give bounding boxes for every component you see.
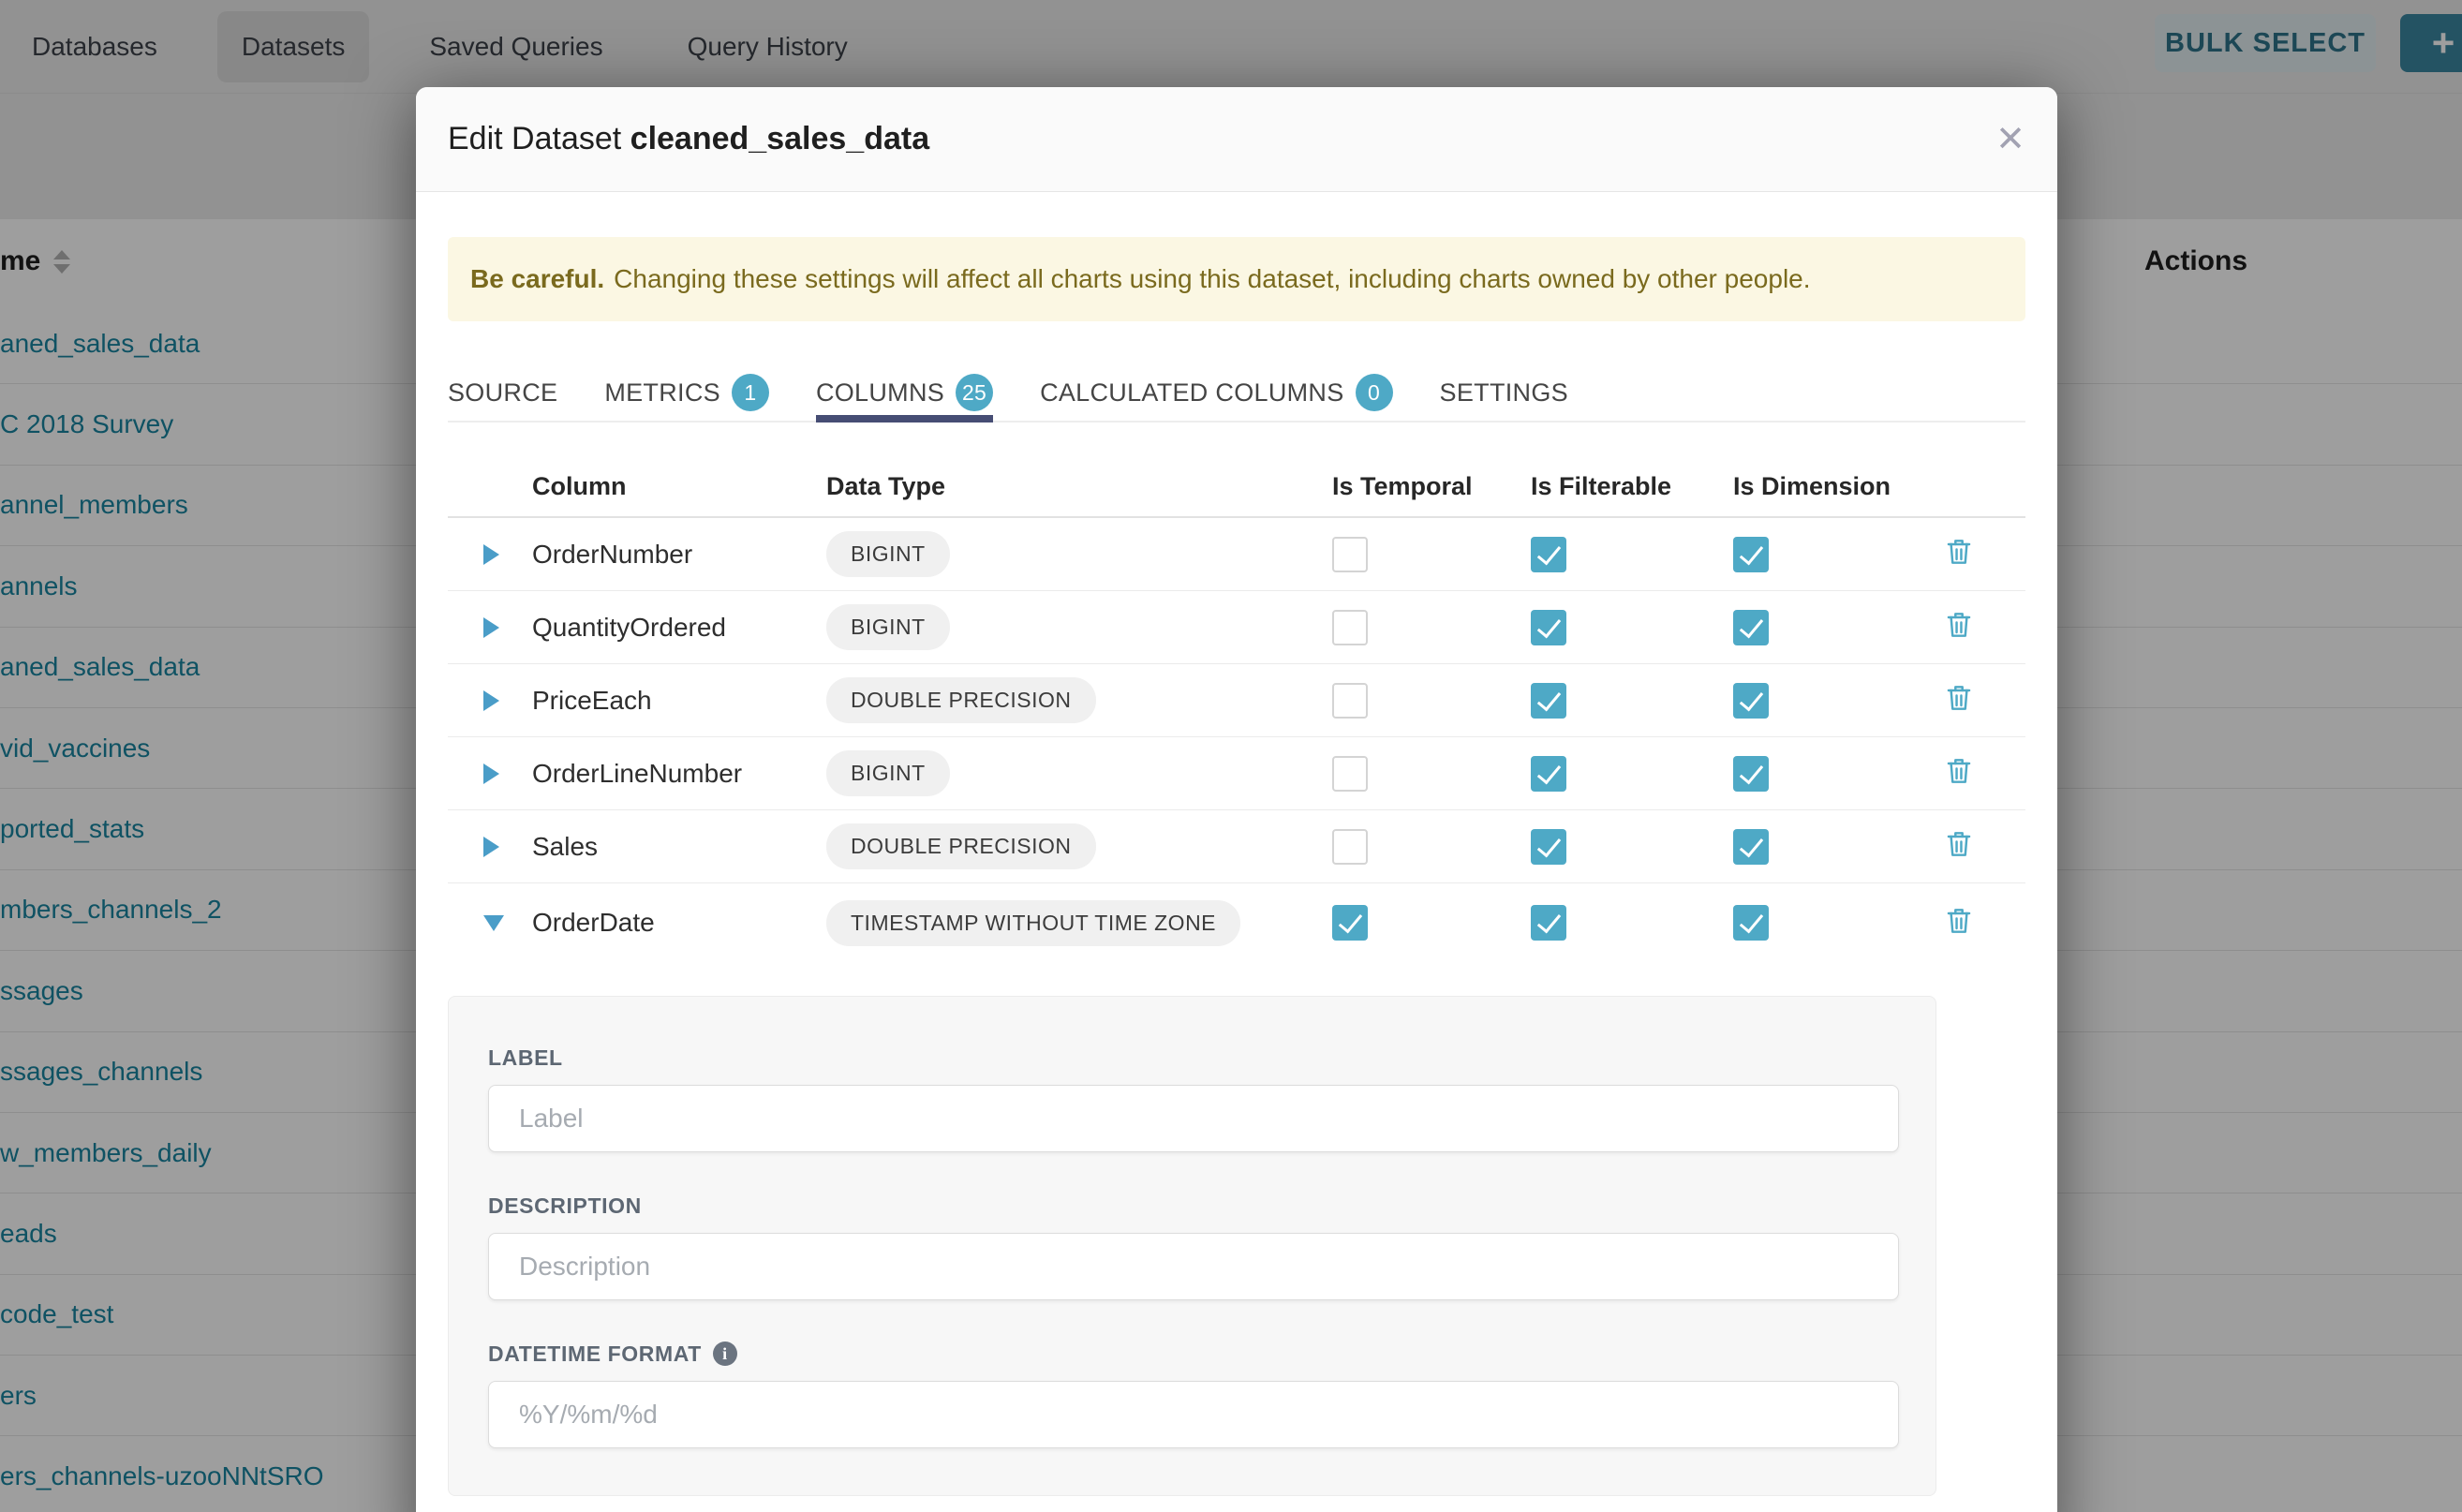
is-temporal-checkbox[interactable] [1332, 756, 1368, 792]
column-name: PriceEach [532, 686, 826, 716]
edit-dataset-modal: Edit Dataset cleaned_sales_data ✕ Be car… [416, 87, 2057, 1512]
is-temporal-checkbox[interactable] [1332, 683, 1368, 719]
modal-header: Edit Dataset cleaned_sales_data ✕ [416, 87, 2057, 192]
column-row: SalesDOUBLE PRECISION [448, 810, 2025, 883]
collapse-caret-icon[interactable] [448, 915, 532, 931]
column-name: OrderNumber [532, 540, 826, 570]
delete-column-button[interactable] [1945, 906, 2025, 941]
is-dimension-checkbox[interactable] [1733, 537, 1769, 572]
expand-caret-icon[interactable] [448, 837, 532, 857]
column-name: OrderLineNumber [532, 759, 826, 789]
warning-text: Changing these settings will affect all … [614, 264, 1810, 294]
data-type-cell: BIGINT [826, 604, 1332, 650]
modal-title: Edit Dataset cleaned_sales_data [448, 121, 929, 157]
is-temporal-checkbox[interactable] [1332, 537, 1368, 572]
column-name: OrderDate [532, 908, 826, 938]
column-header-column: Column [532, 472, 826, 501]
tab-source[interactable]: SOURCE [448, 364, 557, 421]
column-row: OrderNumberBIGINT [448, 518, 2025, 591]
column-name: Sales [532, 832, 826, 862]
is-filterable-checkbox[interactable] [1531, 537, 1566, 572]
data-type-pill: BIGINT [826, 531, 950, 577]
is-dimension-checkbox[interactable] [1733, 829, 1769, 865]
tab-metrics[interactable]: METRICS 1 [604, 364, 769, 421]
column-row: QuantityOrderedBIGINT [448, 591, 2025, 664]
data-type-pill: DOUBLE PRECISION [826, 677, 1096, 723]
columns-table-header: ColumnData TypeIs TemporalIs FilterableI… [448, 456, 2025, 518]
tab-settings[interactable]: SETTINGS [1440, 364, 1568, 421]
tab-calculated-columns[interactable]: CALCULATED COLUMNS 0 [1040, 364, 1392, 421]
description-input[interactable] [488, 1233, 1899, 1300]
column-header-data-type: Data Type [826, 472, 1332, 501]
data-type-pill: BIGINT [826, 750, 950, 796]
modal-title-prefix: Edit Dataset [448, 121, 621, 156]
close-icon[interactable]: ✕ [1995, 122, 2025, 157]
tab-count-badge: 1 [732, 374, 769, 411]
tab-label: METRICS [604, 378, 720, 408]
modal-dataset-name: cleaned_sales_data [630, 121, 929, 156]
columns-table: ColumnData TypeIs TemporalIs FilterableI… [448, 456, 2025, 962]
datetime-format-input[interactable] [488, 1381, 1899, 1448]
expand-caret-icon[interactable] [448, 763, 532, 784]
is-filterable-checkbox[interactable] [1531, 610, 1566, 645]
is-filterable-checkbox[interactable] [1531, 756, 1566, 792]
is-filterable-checkbox[interactable] [1531, 829, 1566, 865]
column-row: OrderLineNumberBIGINT [448, 737, 2025, 810]
data-type-pill: BIGINT [826, 604, 950, 650]
tab-label: COLUMNS [816, 378, 944, 408]
tab-label: SOURCE [448, 378, 557, 408]
warning-bold-text: Be careful. [470, 264, 604, 294]
is-dimension-checkbox[interactable] [1733, 756, 1769, 792]
is-dimension-checkbox[interactable] [1733, 610, 1769, 645]
expand-caret-icon[interactable] [448, 690, 532, 711]
column-header-is-filterable: Is Filterable [1531, 472, 1733, 501]
is-temporal-checkbox[interactable] [1332, 829, 1368, 865]
delete-column-button[interactable] [1945, 683, 2025, 718]
delete-column-button[interactable] [1945, 537, 2025, 571]
tab-count-badge: 25 [956, 374, 993, 411]
delete-column-button[interactable] [1945, 756, 2025, 791]
modal-tabs: SOURCE METRICS 1 COLUMNS 25 CALCULATED COLUMN… [448, 364, 2025, 422]
warning-banner: Be careful. Changing these settings will… [448, 237, 2025, 321]
expand-caret-icon[interactable] [448, 617, 532, 638]
data-type-cell: BIGINT [826, 531, 1332, 577]
column-row: PriceEachDOUBLE PRECISION [448, 664, 2025, 737]
column-name: QuantityOrdered [532, 613, 826, 643]
data-type-pill: TIMESTAMP WITHOUT TIME ZONE [826, 900, 1240, 946]
data-type-pill: DOUBLE PRECISION [826, 823, 1096, 869]
is-dimension-checkbox[interactable] [1733, 683, 1769, 719]
columns-table-rows: OrderNumberBIGINTQuantityOrderedBIGINTPr… [448, 518, 2025, 962]
modal-body: Be careful. Changing these settings will… [416, 237, 2057, 1496]
is-temporal-checkbox[interactable] [1332, 905, 1368, 941]
delete-column-button[interactable] [1945, 829, 2025, 864]
datetime-format-field-label: DATETIME FORMAT i [488, 1342, 1898, 1366]
description-field-label: DESCRIPTION [488, 1193, 1898, 1218]
is-temporal-checkbox[interactable] [1332, 610, 1368, 645]
label-field-label: LABEL [488, 1045, 1898, 1070]
label-input[interactable] [488, 1085, 1899, 1152]
tab-label: SETTINGS [1440, 378, 1568, 408]
tab-columns[interactable]: COLUMNS 25 [816, 364, 993, 421]
tab-count-badge: 0 [1356, 374, 1393, 411]
column-detail-panel: LABEL DESCRIPTION DATETIME FORMAT i [448, 996, 1936, 1496]
expand-caret-icon[interactable] [448, 544, 532, 565]
data-type-cell: DOUBLE PRECISION [826, 823, 1332, 869]
column-header-is-dimension: Is Dimension [1733, 472, 1945, 501]
data-type-cell: DOUBLE PRECISION [826, 677, 1332, 723]
delete-column-button[interactable] [1945, 610, 2025, 645]
is-filterable-checkbox[interactable] [1531, 683, 1566, 719]
column-header-is-temporal: Is Temporal [1332, 472, 1531, 501]
data-type-cell: TIMESTAMP WITHOUT TIME ZONE [826, 900, 1332, 946]
column-row: OrderDateTIMESTAMP WITHOUT TIME ZONE [448, 883, 2025, 962]
data-type-cell: BIGINT [826, 750, 1332, 796]
is-filterable-checkbox[interactable] [1531, 905, 1566, 941]
is-dimension-checkbox[interactable] [1733, 905, 1769, 941]
tab-label: CALCULATED COLUMNS [1040, 378, 1343, 408]
info-icon[interactable]: i [713, 1342, 737, 1366]
